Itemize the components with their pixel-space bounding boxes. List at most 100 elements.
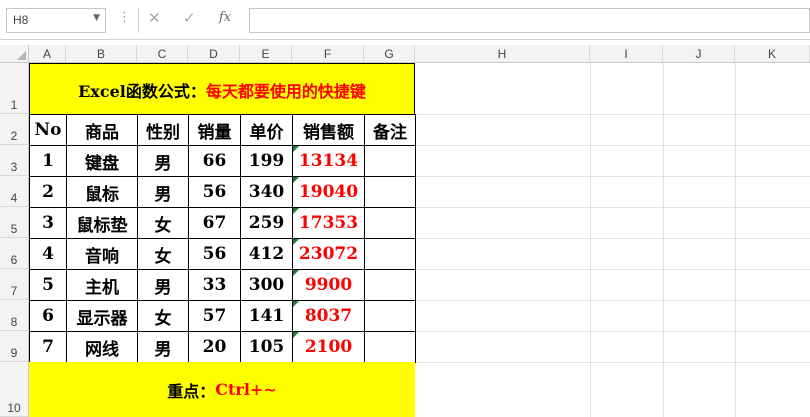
table-cell-quantity[interactable]: 20 [188, 331, 241, 363]
row-header-5[interactable]: 5 [0, 207, 29, 238]
table-cell-sales[interactable]: 13134 [292, 145, 365, 177]
column-header-h[interactable]: H [415, 45, 590, 63]
cell-sales-text: 13134 [298, 151, 359, 171]
table-cell-price[interactable]: 199 [240, 145, 293, 177]
table-cell-sales[interactable]: 19040 [292, 176, 365, 208]
table-cell-price[interactable]: 105 [240, 331, 293, 363]
table-cell-quantity[interactable]: 56 [188, 176, 241, 208]
column-header-j[interactable]: J [663, 45, 735, 63]
header-cell-quantity[interactable]: 销量 [188, 114, 241, 146]
row-header-8[interactable]: 8 [0, 300, 29, 331]
table-cell-product[interactable]: 网线 [66, 331, 138, 363]
row-header-9[interactable]: 9 [0, 331, 29, 362]
cell-product-text: 音响 [85, 246, 119, 267]
row-header-1[interactable]: 1 [0, 63, 29, 114]
cancel-icon[interactable]: ✕ [148, 9, 161, 27]
row-header-3[interactable]: 3 [0, 145, 29, 176]
table-cell-gender[interactable]: 女 [137, 207, 189, 239]
column-header-b[interactable]: B [66, 45, 137, 63]
column-header-e[interactable]: E [240, 45, 292, 63]
table-cell-no[interactable]: 7 [29, 331, 67, 363]
table-cell-no[interactable]: 6 [29, 300, 67, 332]
table-cell-quantity[interactable]: 67 [188, 207, 241, 239]
table-cell-no[interactable]: 5 [29, 269, 67, 301]
table-cell-product[interactable]: 键盘 [66, 145, 138, 177]
table-cell-gender[interactable]: 女 [137, 300, 189, 332]
table-cell-note[interactable] [364, 176, 416, 208]
table-cell-sales[interactable]: 8037 [292, 300, 365, 332]
row-header-10[interactable]: 10 [0, 362, 29, 417]
table-cell-no[interactable]: 4 [29, 238, 67, 270]
more-options-icon[interactable]: ⋮ [118, 10, 131, 25]
table-cell-note[interactable] [364, 145, 416, 177]
cell-quantity-text: 67 [202, 213, 227, 233]
table-cell-quantity[interactable]: 56 [188, 238, 241, 270]
column-header-c[interactable]: C [137, 45, 188, 63]
table-cell-note[interactable] [364, 331, 416, 363]
header-cell-no[interactable]: No [29, 114, 67, 146]
table-cell-price[interactable]: 300 [240, 269, 293, 301]
table-cell-note[interactable] [364, 269, 416, 301]
table-cell-price[interactable]: 340 [240, 176, 293, 208]
table-cell-gender[interactable]: 男 [137, 145, 189, 177]
cell-gender-text: 男 [154, 184, 172, 205]
chevron-down-icon[interactable]: ▼ [93, 13, 100, 23]
row-header-2[interactable]: 2 [0, 114, 29, 145]
table-cell-product[interactable]: 鼠标垫 [66, 207, 138, 239]
sheet-title-highlight: 每天都要使用的快捷键 [205, 81, 366, 101]
table-cell-quantity[interactable]: 57 [188, 300, 241, 332]
header-cell-product[interactable]: 商品 [66, 114, 138, 146]
table-cell-product[interactable]: 显示器 [66, 300, 138, 332]
cell-gender-text: 男 [154, 277, 172, 298]
table-cell-price[interactable]: 259 [240, 207, 293, 239]
table-cell-sales[interactable]: 17353 [292, 207, 365, 239]
table-cell-note[interactable] [364, 300, 416, 332]
row-header-4[interactable]: 4 [0, 176, 29, 207]
column-header-g[interactable]: G [364, 45, 415, 63]
header-cell-note[interactable]: 备注 [364, 114, 416, 146]
header-price-text: 单价 [249, 122, 284, 143]
sheet-footer[interactable]: 重点： Ctrl+~ [29, 362, 415, 417]
table-cell-sales[interactable]: 9900 [292, 269, 365, 301]
table-cell-gender[interactable]: 男 [137, 176, 189, 208]
header-quantity-text: 销量 [197, 122, 232, 143]
column-header-k[interactable]: K [735, 45, 810, 63]
table-cell-note[interactable] [364, 207, 416, 239]
table-cell-product[interactable]: 主机 [66, 269, 138, 301]
table-cell-product[interactable]: 鼠标 [66, 176, 138, 208]
name-box-value: H8 [13, 13, 29, 27]
table-cell-sales[interactable]: 23072 [292, 238, 365, 270]
table-cell-gender[interactable]: 女 [137, 238, 189, 270]
row-header-7[interactable]: 7 [0, 269, 29, 300]
table-cell-no[interactable]: 2 [29, 176, 67, 208]
table-cell-price[interactable]: 141 [240, 300, 293, 332]
table-cell-gender[interactable]: 男 [137, 269, 189, 301]
column-header-i[interactable]: I [590, 45, 663, 63]
header-cell-price[interactable]: 单价 [240, 114, 293, 146]
cell-price-text: 300 [248, 275, 285, 295]
header-cell-sales[interactable]: 销售额 [292, 114, 365, 146]
header-cell-gender[interactable]: 性别 [137, 114, 189, 146]
select-all-button[interactable] [0, 45, 29, 63]
enter-icon[interactable]: ✓ [183, 9, 196, 27]
table-cell-gender[interactable]: 男 [137, 331, 189, 363]
table-cell-quantity[interactable]: 33 [188, 269, 241, 301]
table-cell-note[interactable] [364, 238, 416, 270]
table-cell-price[interactable]: 412 [240, 238, 293, 270]
column-header-d[interactable]: D [188, 45, 240, 63]
row-header-6[interactable]: 6 [0, 238, 29, 269]
table-cell-sales[interactable]: 2100 [292, 331, 365, 363]
insert-function-icon[interactable]: fx [219, 10, 231, 25]
error-indicator-icon [293, 208, 299, 214]
table-cell-product[interactable]: 音响 [66, 238, 138, 270]
sheet-title[interactable]: Excel函数公式： 每天都要使用的快捷键 [29, 63, 415, 115]
column-header-a[interactable]: A [29, 45, 66, 63]
cell-product-text: 主机 [85, 277, 119, 298]
formula-input[interactable] [249, 8, 810, 33]
cell-no-text: 6 [42, 306, 54, 326]
table-cell-no[interactable]: 3 [29, 207, 67, 239]
name-box[interactable]: H8 ▼ [6, 8, 106, 33]
table-cell-quantity[interactable]: 66 [188, 145, 241, 177]
column-header-f[interactable]: F [292, 45, 364, 63]
table-cell-no[interactable]: 1 [29, 145, 67, 177]
